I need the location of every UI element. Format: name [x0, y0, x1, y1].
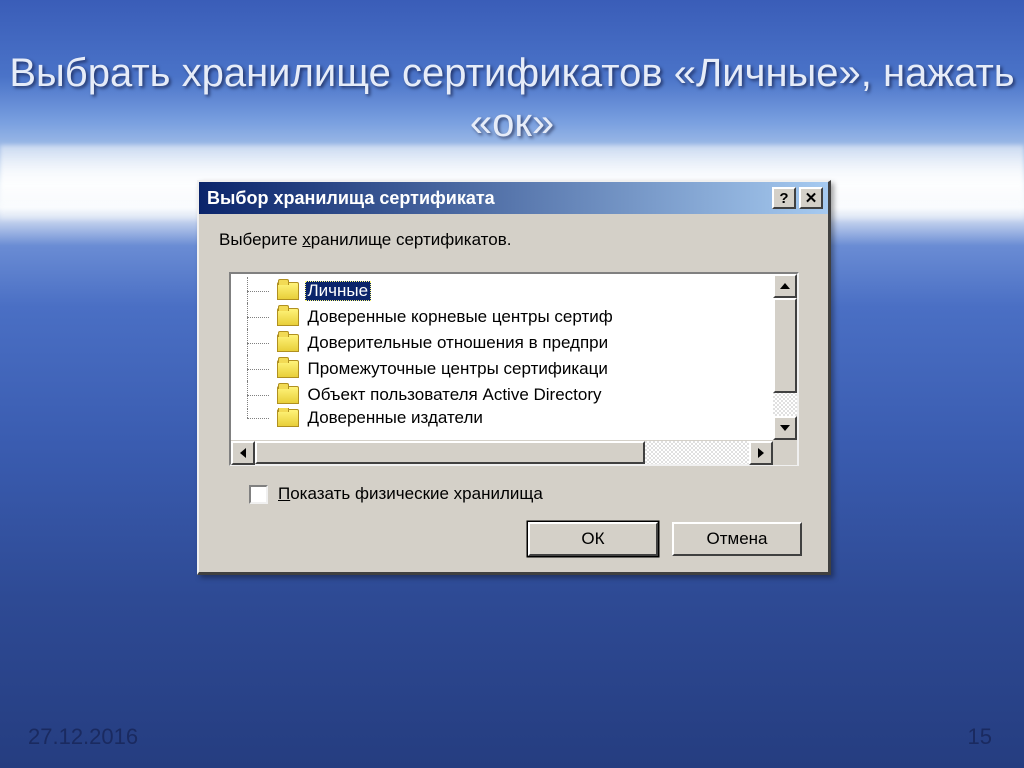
cancel-button[interactable]: Отмена: [672, 522, 802, 556]
scroll-corner: [773, 441, 797, 465]
tree-item-label: Личные: [305, 281, 372, 301]
slide-footer-page: 15: [968, 724, 992, 750]
scroll-up-button[interactable]: [773, 274, 797, 298]
tree-item-label: Доверительные отношения в предпри: [305, 333, 612, 353]
question-icon: ?: [779, 191, 788, 206]
help-button[interactable]: ?: [772, 187, 796, 209]
tree-item[interactable]: Промежуточные центры сертификаци: [243, 356, 797, 382]
tree-item-label: Промежуточные центры сертификаци: [305, 359, 611, 379]
chevron-left-icon: [240, 448, 246, 458]
tree-item[interactable]: Доверенные издатели: [243, 408, 797, 428]
folder-icon: [277, 308, 299, 326]
folder-icon: [277, 282, 299, 300]
scroll-right-button[interactable]: [749, 441, 773, 465]
scroll-left-button[interactable]: [231, 441, 255, 465]
tree-item-label: Объект пользователя Active Directory: [305, 385, 605, 405]
slide-footer-date: 27.12.2016: [28, 724, 138, 750]
chevron-right-icon: [758, 448, 764, 458]
tree-item[interactable]: Доверенные корневые центры сертиф: [243, 304, 797, 330]
slide-title: Выбрать хранилище сертификатов «Личные»,…: [0, 48, 1024, 148]
cert-store-tree[interactable]: Личные Доверенные корневые центры сертиф Д…: [229, 272, 799, 466]
close-button[interactable]: ✕: [799, 187, 823, 209]
dialog-title-text: Выбор хранилища сертификата: [207, 188, 769, 209]
vscroll-track[interactable]: [773, 298, 797, 416]
chevron-down-icon: [780, 425, 790, 431]
dialog-titlebar[interactable]: Выбор хранилища сертификата ? ✕: [199, 182, 828, 214]
horizontal-scrollbar[interactable]: [231, 440, 797, 464]
vertical-scrollbar[interactable]: [773, 274, 797, 440]
folder-icon: [277, 409, 299, 427]
checkbox-label: Показать физические хранилища: [278, 484, 543, 504]
show-physical-checkbox[interactable]: Показать физические хранилища: [249, 484, 808, 504]
instruction-text: Выберите хранилище сертификатов.: [219, 230, 808, 250]
tree-item[interactable]: Доверительные отношения в предпри: [243, 330, 797, 356]
dialog-body: Выберите хранилище сертификатов. Личные Д…: [199, 214, 828, 572]
tree-item-label: Доверенные корневые центры сертиф: [305, 307, 616, 327]
checkbox-box-icon[interactable]: [249, 485, 268, 504]
hscroll-thumb[interactable]: [255, 441, 645, 464]
close-icon: ✕: [805, 191, 818, 206]
vscroll-thumb[interactable]: [773, 298, 797, 393]
chevron-up-icon: [780, 283, 790, 289]
folder-icon: [277, 386, 299, 404]
cert-store-dialog: Выбор хранилища сертификата ? ✕ Выберите…: [197, 180, 831, 575]
scroll-down-button[interactable]: [773, 416, 797, 440]
dialog-button-row: ОК Отмена: [219, 522, 808, 556]
hscroll-track[interactable]: [255, 441, 749, 464]
folder-icon: [277, 334, 299, 352]
tree-item[interactable]: Объект пользователя Active Directory: [243, 382, 797, 408]
folder-icon: [277, 360, 299, 378]
tree-item-label: Доверенные издатели: [305, 408, 486, 428]
ok-button[interactable]: ОК: [528, 522, 658, 556]
tree-item[interactable]: Личные: [243, 278, 797, 304]
